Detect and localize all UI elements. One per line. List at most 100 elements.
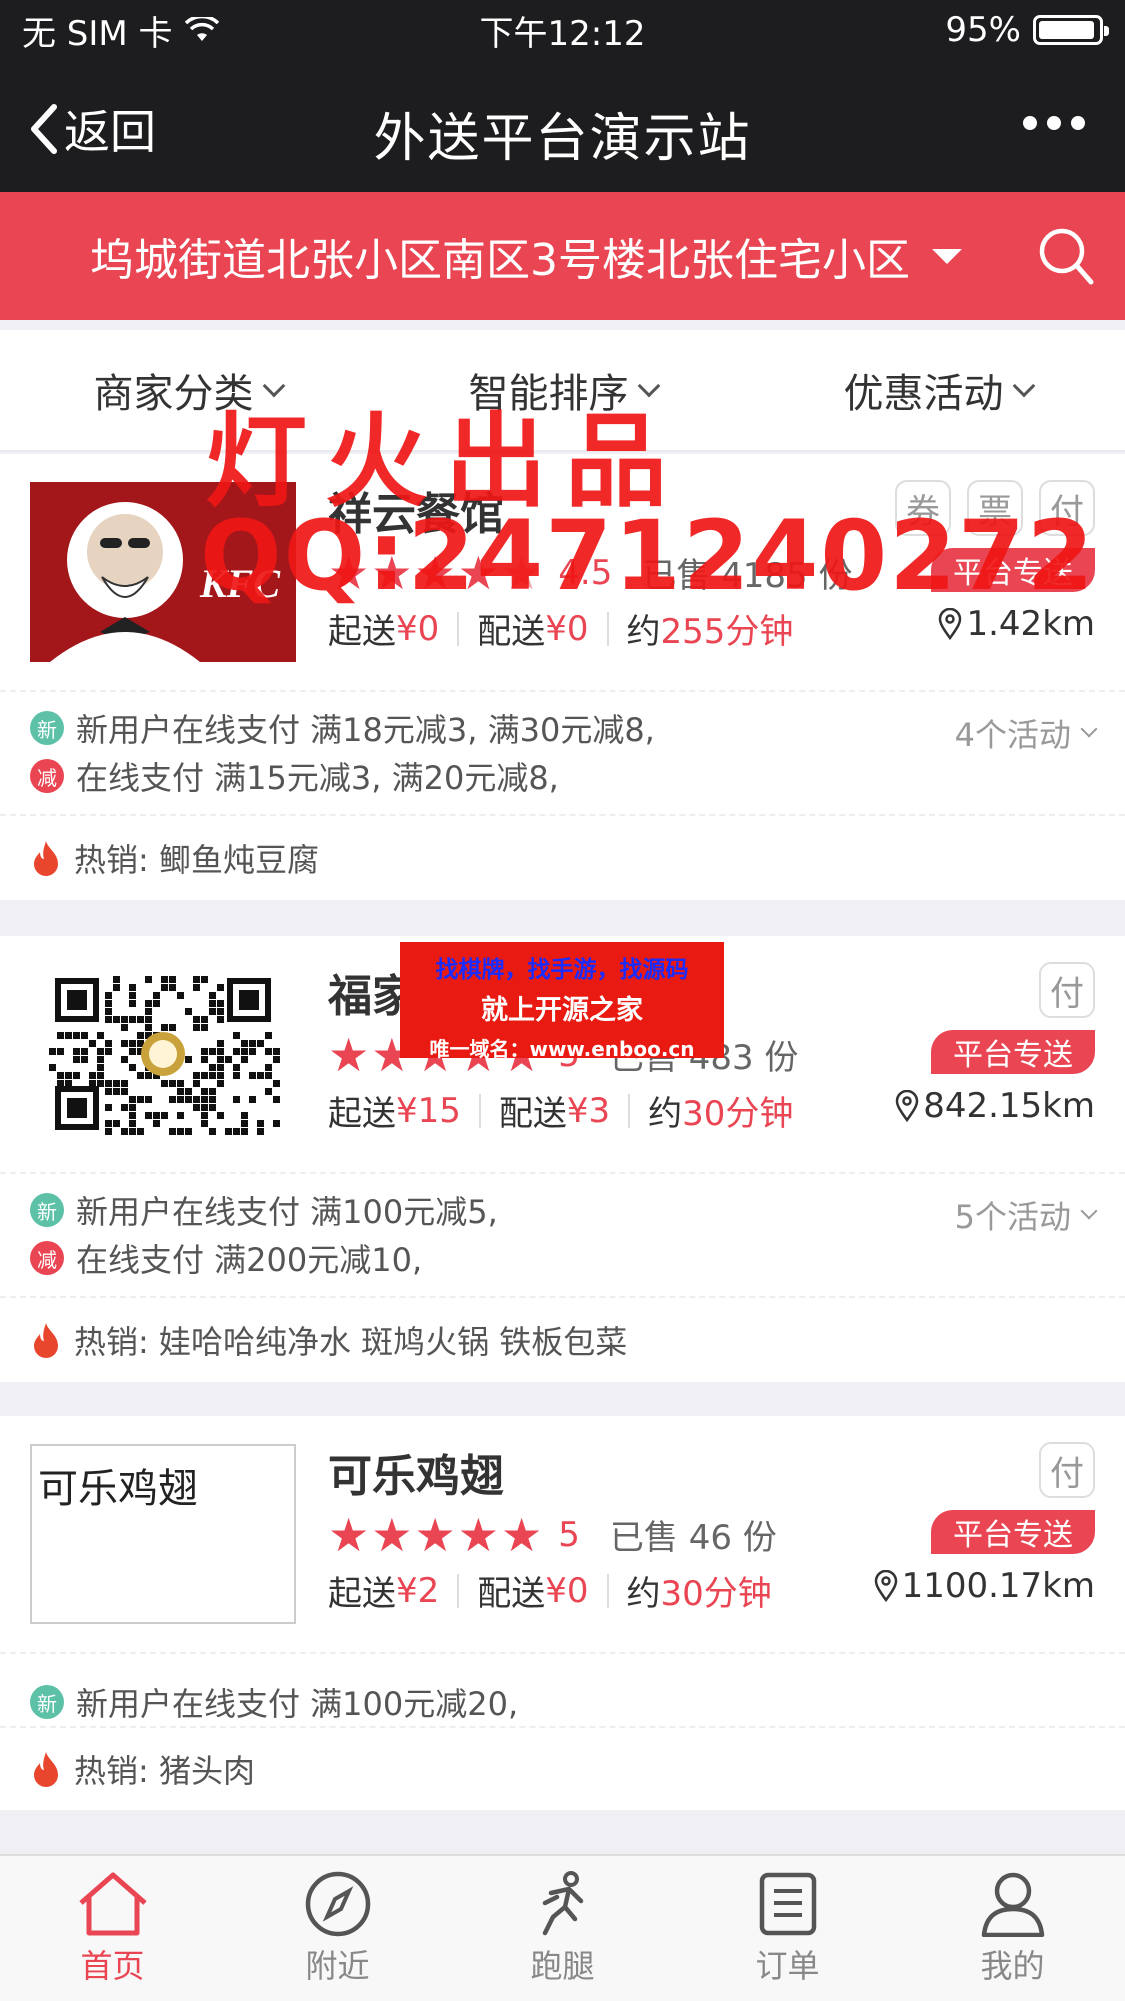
watermark-qq: QQ:2471240272 <box>200 500 1096 612</box>
more-dot <box>1023 116 1037 130</box>
more-dot <box>1047 116 1061 130</box>
hot-items-text: 热销: 娃哈哈纯净水 斑鸠火锅 铁板包菜 <box>74 1323 628 1361</box>
filter-label: 优惠活动 <box>843 371 1004 417</box>
min-order-value: ¥2 <box>396 1570 440 1611</box>
chevron-down-icon <box>1012 374 1035 398</box>
promo-item: 减 在线支付 满200元减10, <box>0 1234 1125 1282</box>
delivery-time-label: 约 <box>626 1574 661 1614</box>
activity-count: 4个活动 <box>954 716 1071 754</box>
divider <box>628 1093 631 1128</box>
filter-promotion[interactable]: 优惠活动 <box>750 330 1125 450</box>
location-pin-icon <box>939 608 962 640</box>
promo-list: 新 新用户在线支付 满18元减3, 满30元减8, 减 在线支付 满15元减3,… <box>0 690 1125 814</box>
tab-errand[interactable]: 跑腿 <box>450 1856 675 2001</box>
delivery-time-label: 约 <box>648 1094 683 1134</box>
caret-down-icon[interactable] <box>932 248 962 264</box>
tab-bar: 首页 附近 跑腿 订单 我的 <box>0 1854 1125 2001</box>
rating-score: 5 <box>558 1514 580 1555</box>
location-pin-icon <box>895 1090 919 1122</box>
distance-value: 842.15km <box>923 1086 1095 1126</box>
new-user-icon: 新 <box>30 1193 64 1227</box>
more-dot <box>1071 116 1085 130</box>
address-text[interactable]: 坞城街道北张小区南区3号楼北张住宅小区 <box>90 224 910 288</box>
promo-item: 新 新用户在线支付 满100元减20, <box>0 1678 1125 1726</box>
min-order-label: 起送 <box>328 1094 396 1134</box>
user-icon <box>981 1872 1044 1937</box>
shop-name[interactable]: 可乐鸡翅 <box>328 1440 504 1504</box>
star-rating: ★★★★★ <box>328 1512 542 1558</box>
carrier-label: 无 SIM 卡 <box>22 13 173 54</box>
platform-delivery-badge: 平台专送 <box>931 1030 1095 1074</box>
new-user-icon: 新 <box>30 1685 64 1719</box>
fire-icon <box>34 1323 58 1358</box>
promo-text: 新用户在线支付 满100元减5, <box>76 1193 498 1231</box>
ad-line-3: 唯一域名：www.enboo.cn <box>429 1037 695 1061</box>
hot-items: 热销: 娃哈哈纯净水 斑鸠火锅 铁板包菜 <box>0 1296 1125 1382</box>
divider <box>457 1573 460 1608</box>
ad-banner[interactable]: 找棋牌，找手游，找源码 就上开源之家 唯一域名：www.enboo.cn <box>400 942 724 1061</box>
star-icon: ★ <box>328 1507 370 1562</box>
delivery-fee-label: 配送 <box>477 1574 546 1614</box>
home-icon <box>78 1872 147 1935</box>
battery-icon <box>1033 15 1109 45</box>
wifi-icon <box>184 17 219 41</box>
promo-text: 新用户在线支付 满18元减3, 满30元减8, <box>76 711 655 749</box>
promo-text: 在线支付 满15元减3, 满20元减8, <box>76 759 559 797</box>
location-pin-icon <box>874 1570 897 1602</box>
star-icon: ★ <box>328 1027 370 1082</box>
status-bar: 无 SIM 卡 下午12:12 95% <box>0 0 1125 60</box>
activity-count: 5个活动 <box>954 1198 1071 1236</box>
shop-fees: 起送 ¥15 配送 ¥3 约 30分钟 <box>328 1086 793 1135</box>
ad-line-1: 找棋牌，找手游，找源码 <box>435 957 689 983</box>
tab-orders[interactable]: 订单 <box>675 1856 900 2001</box>
hot-items-text: 热销: 鲫鱼炖豆腐 <box>74 841 319 879</box>
ad-line-2: 就上开源之家 <box>481 995 643 1026</box>
page-title: 外送平台演示站 <box>373 109 752 169</box>
shop-tags: 付 <box>1039 1442 1095 1498</box>
min-order-value: ¥15 <box>396 1090 461 1131</box>
search-icon[interactable] <box>1037 226 1095 286</box>
tab-label: 跑腿 <box>530 1946 595 1985</box>
platform-delivery-badge: 平台专送 <box>931 1510 1095 1554</box>
hot-items-text: 热销: 猪头肉 <box>74 1752 255 1790</box>
tag-pay: 付 <box>1039 1442 1095 1498</box>
tab-label: 订单 <box>755 1946 820 1985</box>
shop-logo <box>30 964 296 1144</box>
delivery-fee-label: 配送 <box>498 1094 567 1134</box>
more-button[interactable] <box>1023 116 1085 130</box>
min-order-value: ¥0 <box>396 608 440 649</box>
divider <box>457 611 460 646</box>
fire-icon <box>34 841 58 876</box>
distance-value: 1100.17km <box>901 1566 1095 1606</box>
tab-home[interactable]: 首页 <box>0 1856 225 2001</box>
star-icon: ★ <box>501 1507 543 1562</box>
delivery-fee-value: ¥0 <box>545 608 589 649</box>
order-icon <box>759 1872 816 1935</box>
address-bar[interactable]: 坞城街道北张小区南区3号楼北张住宅小区 <box>0 192 1125 320</box>
hot-items: 热销: 猪头肉 <box>0 1726 1125 1810</box>
tab-label: 首页 <box>80 1946 145 1985</box>
divider <box>606 1573 609 1608</box>
tab-nearby[interactable]: 附近 <box>225 1856 450 2001</box>
qr-code-image <box>45 972 281 1136</box>
shop-logo-text: 可乐鸡翅 <box>38 1466 198 1512</box>
new-user-icon: 新 <box>30 711 64 745</box>
shop-card[interactable]: 可乐鸡翅 可乐鸡翅 付 ★ ★ ★ ★ ★ 5 已售 46 份 平台专送 起送 ¥2 配… <box>0 1416 1125 1810</box>
delivery-time-value: 30分钟 <box>660 1574 772 1614</box>
divider <box>478 1093 481 1128</box>
tab-profile[interactable]: 我的 <box>900 1856 1125 2001</box>
shop-distance: 842.15km <box>895 1086 1095 1126</box>
runner-icon <box>542 1870 583 1935</box>
chevron-down-icon <box>1080 1202 1098 1220</box>
activity-count-toggle[interactable]: 4个活动 <box>954 710 1098 756</box>
promo-item: 减 在线支付 满15元减3, 满20元减8, <box>0 752 1125 800</box>
tab-label: 我的 <box>980 1946 1045 1985</box>
delivery-fee-value: ¥3 <box>566 1090 611 1131</box>
promo-text: 新用户在线支付 满100元减20, <box>76 1685 519 1723</box>
activity-count-toggle[interactable]: 5个活动 <box>954 1192 1098 1238</box>
hot-items: 热销: 鲫鱼炖豆腐 <box>0 814 1125 900</box>
fire-icon <box>34 1752 58 1787</box>
star-icon: ★ <box>414 1507 456 1562</box>
promo-list: 新 新用户在线支付 满100元减5, 减 在线支付 满200元减10, 5个活动 <box>0 1172 1125 1296</box>
tag-pay: 付 <box>1039 962 1095 1018</box>
